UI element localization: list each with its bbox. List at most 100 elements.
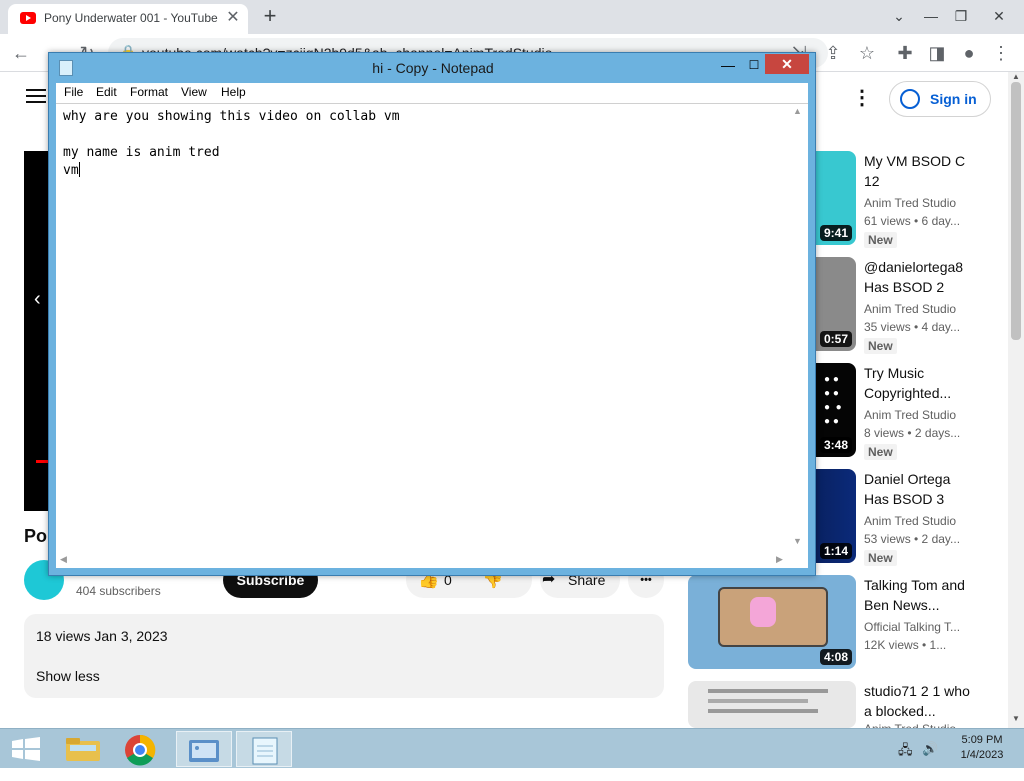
recommendation-title[interactable]: studio71 2 1 who a blocked...: [864, 681, 972, 721]
notepad-maximize-button[interactable]: ☐: [741, 55, 767, 75]
notepad-title: hi - Copy - Notepad: [372, 60, 494, 76]
new-tab-button[interactable]: +: [258, 4, 282, 28]
recommendation-views: 53 views • 2 day...: [864, 532, 961, 546]
notepad-line-4: vm: [63, 163, 79, 178]
notepad-vertical-scrollbar[interactable]: ▲ ▼: [789, 104, 806, 551]
folder-icon: [66, 738, 100, 761]
taskbar-control-panel[interactable]: [176, 731, 232, 767]
recommendation-channel[interactable]: Anim Tred Studio: [864, 302, 972, 316]
recommendation-channel[interactable]: Anim Tred Studio: [864, 514, 972, 528]
description-box[interactable]: 18 views Jan 3, 2023 Show less: [24, 614, 664, 698]
profile-icon[interactable]: ●: [956, 40, 982, 66]
close-window-button[interactable]: ✕: [984, 2, 1014, 30]
menu-file[interactable]: File: [64, 85, 83, 99]
recommendation-views: 61 views • 6 day...: [864, 214, 961, 228]
start-button[interactable]: [0, 731, 56, 767]
notepad-line-1: why are you showing this video on collab…: [63, 109, 400, 124]
new-badge: New: [864, 550, 897, 566]
back-icon[interactable]: ←: [8, 40, 34, 66]
extensions-icon[interactable]: ✚: [892, 40, 918, 66]
text-caret: [78, 162, 80, 177]
scroll-up-icon[interactable]: ▲: [1012, 72, 1020, 81]
windows-taskbar: 🖧 🔊 5:09 PM 1/4/2023: [0, 728, 1024, 768]
scroll-left-arrow-icon[interactable]: ◀: [60, 554, 67, 565]
minimize-window-button[interactable]: —: [916, 2, 946, 30]
tab-title: Pony Underwater 001 - YouTube: [44, 11, 218, 25]
recommendation-title[interactable]: @danielortega8 Has BSOD 2: [864, 257, 972, 297]
description-meta: 18 views Jan 3, 2023: [36, 628, 168, 644]
notepad-text-area[interactable]: why are you showing this video on collab…: [56, 103, 808, 568]
windows-logo-icon: [12, 737, 40, 761]
video-duration: 3:48: [819, 437, 852, 453]
player-previous-icon[interactable]: ‹: [34, 288, 41, 311]
network-icon[interactable]: 🖧: [898, 741, 913, 763]
notepad-icon: [252, 737, 278, 765]
thumbnail-line: [708, 689, 828, 693]
new-badge: New: [864, 444, 897, 460]
recommendation-views: 12K views • 1...: [864, 638, 947, 652]
yt-hamburger-icon[interactable]: [26, 86, 46, 106]
scroll-down-icon[interactable]: ▼: [1012, 714, 1020, 723]
account-icon: [900, 89, 920, 109]
thumbnail-dots: ● ● ● ● ● ● ● ●: [824, 374, 842, 427]
show-less-link[interactable]: Show less: [36, 668, 100, 684]
page-scroll-thumb[interactable]: [1011, 82, 1021, 340]
side-panel-icon[interactable]: ◨: [924, 40, 950, 66]
chrome-menu-icon[interactable]: ⋮: [988, 40, 1014, 66]
share-page-icon[interactable]: ⇪: [820, 40, 846, 66]
recommendation-views: 35 views • 4 day...: [864, 320, 961, 334]
taskbar-chrome[interactable]: [114, 731, 170, 767]
system-clock[interactable]: 5:09 PM 1/4/2023: [950, 733, 1014, 763]
browser-tab-youtube[interactable]: Pony Underwater 001 - YouTube ✕: [8, 4, 248, 34]
recommendation-title[interactable]: Talking Tom and Ben News...: [864, 575, 972, 615]
taskbar-file-explorer[interactable]: [56, 731, 112, 767]
scroll-up-arrow-icon[interactable]: ▲: [793, 106, 802, 116]
recommendation-item[interactable]: 4:08 Talking Tom and Ben News... Officia…: [688, 575, 1008, 675]
notepad-horizontal-scrollbar[interactable]: ◀ ▶: [56, 551, 789, 568]
menu-format[interactable]: Format: [130, 85, 168, 99]
recommendation-thumbnail[interactable]: 4:08: [688, 575, 856, 669]
taskbar-notepad[interactable]: [236, 731, 292, 767]
clock-time: 5:09 PM: [961, 734, 1003, 746]
menu-help[interactable]: Help: [221, 85, 246, 99]
recommendation-thumbnail[interactable]: [688, 681, 856, 728]
notepad-menubar: File Edit Format View Help: [56, 83, 808, 103]
volume-icon[interactable]: 🔊: [922, 741, 938, 757]
youtube-favicon-icon: [20, 12, 36, 24]
notepad-line-3: my name is anim tred: [63, 145, 220, 160]
thumbnail-line: [708, 699, 808, 703]
menu-view[interactable]: View: [181, 85, 207, 99]
notepad-content[interactable]: why are you showing this video on collab…: [63, 108, 400, 180]
recommendation-views: 8 views • 2 days...: [864, 426, 961, 440]
chrome-icon: [125, 734, 156, 766]
notepad-minimize-button[interactable]: —: [715, 55, 741, 75]
recommendation-channel[interactable]: Official Talking T...: [864, 620, 972, 634]
browser-tab-strip: Pony Underwater 001 - YouTube ✕ + ⌄ — ❐ …: [0, 0, 1024, 34]
scroll-down-arrow-icon[interactable]: ▼: [793, 536, 802, 546]
clock-date: 1/4/2023: [960, 749, 1004, 761]
menu-edit[interactable]: Edit: [96, 85, 117, 99]
recommendation-title[interactable]: Try Music Copyrighted...: [864, 363, 972, 403]
video-duration: 4:08: [819, 649, 852, 665]
yt-settings-kebab-icon[interactable]: ⋮: [852, 86, 872, 110]
tab-search-icon[interactable]: ⌄: [884, 2, 914, 30]
bookmark-star-icon[interactable]: ☆: [854, 40, 880, 66]
notepad-window[interactable]: hi - Copy - Notepad — ☐ ✕ File Edit Form…: [48, 52, 816, 576]
page-scrollbar[interactable]: ▲ ▼: [1008, 72, 1024, 728]
sign-in-label: Sign in: [930, 91, 977, 107]
player-progress-bar[interactable]: [36, 460, 48, 463]
new-badge: New: [864, 232, 897, 248]
control-panel-icon: [189, 740, 219, 762]
video-duration: 0:57: [819, 331, 852, 347]
new-badge: New: [864, 338, 897, 354]
recommendation-title[interactable]: My VM BSOD C 12: [864, 151, 972, 191]
sign-in-button[interactable]: Sign in: [889, 81, 991, 117]
restore-window-button[interactable]: ❐: [946, 2, 976, 30]
thumbnail-line: [708, 709, 818, 713]
recommendation-channel[interactable]: Anim Tred Studio: [864, 196, 972, 210]
recommendation-title[interactable]: Daniel Ortega Has BSOD 3: [864, 469, 972, 509]
tab-close-icon[interactable]: ✕: [224, 9, 242, 27]
recommendation-channel[interactable]: Anim Tred Studio: [864, 408, 972, 422]
scroll-right-arrow-icon[interactable]: ▶: [776, 554, 783, 565]
notepad-close-button[interactable]: ✕: [765, 54, 809, 74]
